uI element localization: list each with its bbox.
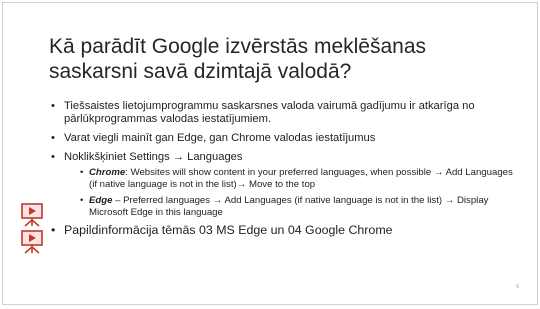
- bullet-dot: •: [51, 132, 55, 144]
- bullet-dot: •: [80, 167, 84, 178]
- keyword-chrome: Chrome: [89, 167, 126, 178]
- sub-bullet-item-chrome: • Chrome: Websites will show content in …: [3, 167, 539, 190]
- bullet-text: Tiešsaistes lietojumprogrammu saskarsnes…: [64, 100, 475, 125]
- page-number: 6: [516, 284, 519, 290]
- bullet-dot: •: [51, 100, 55, 112]
- bullet-item: • Varat viegli mainīt gan Edge, gan Chro…: [3, 132, 539, 145]
- video-presentation-icon-graphic: [21, 230, 43, 254]
- video-presentation-icon[interactable]: [21, 203, 43, 227]
- bullet-dot: •: [80, 195, 84, 206]
- video-presentation-icon-graphic: [21, 203, 43, 227]
- slide-title: Kā parādīt Google izvērstās meklēšanas s…: [49, 35, 427, 83]
- bullet-text: Varat viegli mainīt gan Edge, gan Chrome…: [64, 132, 376, 144]
- slide: Kā parādīt Google izvērstās meklēšanas s…: [2, 2, 538, 305]
- keyword-edge: Edge: [89, 195, 113, 206]
- sub-bullet-text: : Websites will show content in your pre…: [89, 167, 513, 190]
- bullet-list: • Tiešsaistes lietojumprogrammu saskarsn…: [3, 100, 539, 244]
- bullet-item: • Papildinformācija tēmās 03 MS Edge un …: [3, 223, 539, 238]
- video-presentation-icon[interactable]: [21, 230, 43, 254]
- sub-bullet-text: – Preferred languages → Add Languages (i…: [89, 195, 489, 218]
- bullet-dot: •: [51, 151, 55, 163]
- bullet-dot: •: [51, 223, 56, 237]
- bullet-item: • Tiešsaistes lietojumprogrammu saskarsn…: [3, 100, 539, 126]
- bullet-text: Papildinformācija tēmās 03 MS Edge un 04…: [64, 223, 393, 237]
- bullet-item: • Noklikšķiniet Settings → Languages: [3, 151, 539, 164]
- bullet-text: Noklikšķiniet Settings → Languages: [64, 151, 243, 163]
- sub-bullet-item-edge: • Edge – Preferred languages → Add Langu…: [3, 195, 539, 218]
